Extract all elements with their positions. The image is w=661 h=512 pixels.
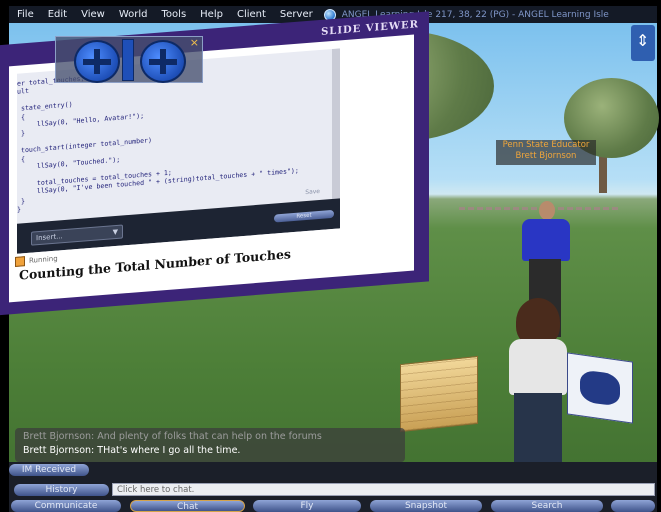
menu-file[interactable]: File <box>9 9 41 20</box>
search-button[interactable]: Search <box>491 500 603 512</box>
camera-orbit-control[interactable] <box>74 40 120 83</box>
second-life-viewer: File Edit View World Tools Help Client S… <box>0 0 661 512</box>
menu-world[interactable]: World <box>112 9 155 20</box>
snapshot-button[interactable]: Snapshot <box>370 500 482 512</box>
camera-controls[interactable]: × <box>55 36 203 83</box>
avatar-torso <box>522 219 570 261</box>
chat-message: Brett Bjornson: THat's where I go all th… <box>23 445 241 456</box>
bottom-bar: IM Received History Click here to chat. … <box>9 462 657 512</box>
avatar-title: Penn State Educator <box>502 140 590 150</box>
fly-button[interactable]: Fly <box>253 500 361 512</box>
chat-input[interactable]: Click here to chat. <box>112 483 655 496</box>
menu-edit[interactable]: Edit <box>41 9 74 20</box>
expand-icon[interactable] <box>631 25 655 61</box>
running-label: Running <box>29 254 58 265</box>
communicate-button[interactable]: Communicate <box>11 500 121 512</box>
camera-pan-control[interactable] <box>140 40 186 83</box>
avatar-name-tag: Penn State Educator Brett Bjornson <box>496 140 596 165</box>
close-icon[interactable]: × <box>190 36 199 49</box>
avatar-head <box>539 201 555 220</box>
chat-message: Brett Bjornson: And plenty of folks that… <box>23 431 322 442</box>
im-received-button[interactable]: IM Received <box>9 464 89 476</box>
save-button: Save <box>305 187 320 197</box>
checkbox-icon <box>15 256 25 267</box>
reset-button: Reset <box>274 209 334 223</box>
chevron-down-icon: ▼ <box>112 227 118 237</box>
menu-server[interactable]: Server <box>273 9 320 20</box>
menu-view[interactable]: View <box>74 9 112 20</box>
wooden-box[interactable] <box>400 355 478 433</box>
slide-caption: Counting the Total Number of Touches <box>19 246 291 283</box>
script-scrollbar <box>332 48 340 200</box>
insert-dropdown-label: Insert... <box>36 232 63 243</box>
chat-button[interactable]: Chat <box>130 500 245 512</box>
more-button[interactable] <box>611 500 655 512</box>
camera-zoom-slider[interactable] <box>122 39 134 81</box>
history-button[interactable]: History <box>14 484 109 496</box>
penn-state-box[interactable] <box>567 352 633 424</box>
menu-help[interactable]: Help <box>193 9 230 20</box>
menu-client[interactable]: Client <box>230 9 273 20</box>
menu-tools[interactable]: Tools <box>155 9 194 20</box>
avatar-name: Brett Bjornson <box>515 151 577 161</box>
avatar-torso <box>509 339 567 395</box>
insert-dropdown: Insert... ▼ <box>31 224 123 246</box>
chat-history-overlay: Brett Bjornson: And plenty of folks that… <box>15 428 405 462</box>
